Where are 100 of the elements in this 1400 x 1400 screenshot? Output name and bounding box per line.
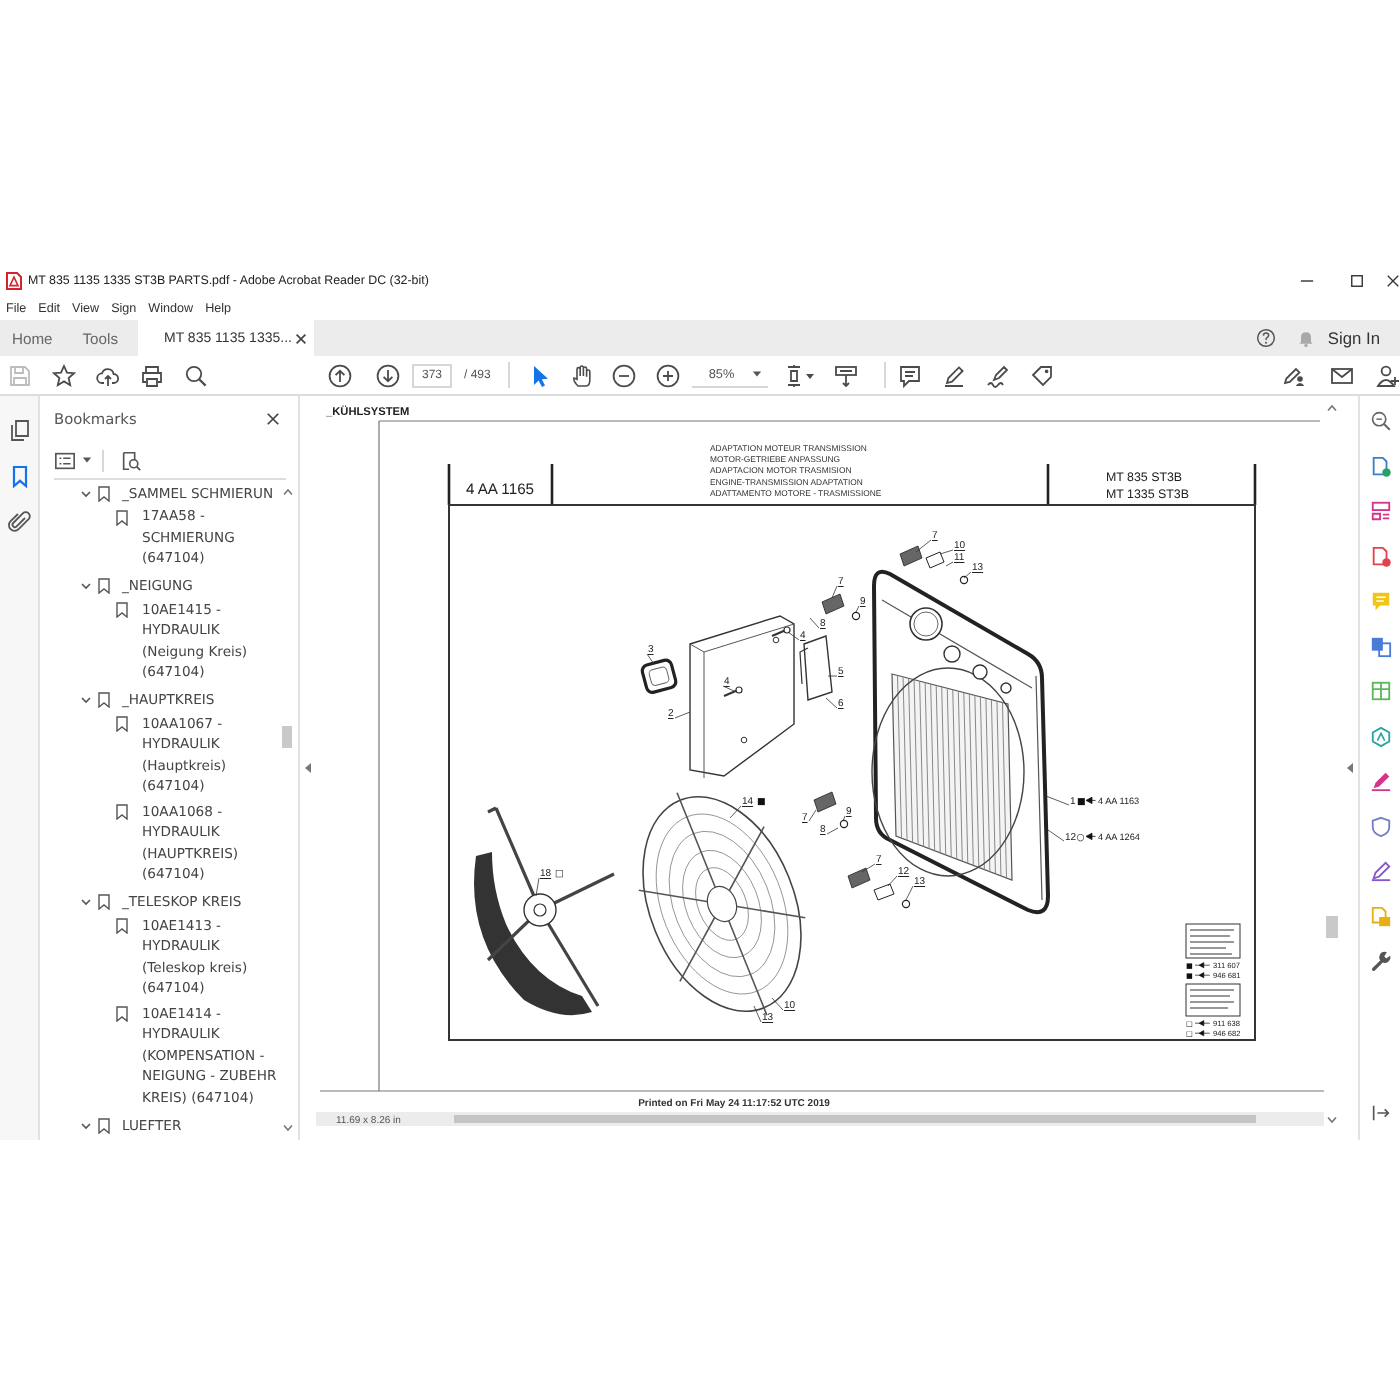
leader-line: [945, 561, 954, 567]
signature-pen-icon[interactable]: [986, 363, 1011, 387]
comment-icon[interactable]: [898, 363, 923, 387]
washer-drawing: [839, 819, 849, 829]
leader-line: [722, 685, 735, 692]
chevron-icon[interactable]: [80, 694, 92, 706]
pen-icon[interactable]: [1369, 860, 1391, 882]
help-icon[interactable]: [1255, 328, 1276, 348]
add-person-icon[interactable]: [1376, 363, 1400, 387]
pages-icon[interactable]: [7, 418, 31, 442]
leader-line: [808, 809, 817, 822]
bookmark-icon: [116, 804, 128, 820]
zoom-in-icon[interactable]: [656, 363, 681, 387]
hexagon-icon[interactable]: [1369, 725, 1391, 747]
pencil-icon[interactable]: [942, 363, 967, 387]
next-page-icon[interactable]: [376, 363, 400, 387]
hand-icon[interactable]: [570, 363, 595, 387]
pointer-icon[interactable]: [528, 363, 553, 387]
washer-drawing: [851, 611, 861, 621]
bracket-drawing: [799, 635, 833, 701]
document-badge-icon[interactable]: [1369, 545, 1391, 567]
leader-line: [831, 585, 838, 599]
tag-icon[interactable]: [1030, 363, 1055, 387]
scroll-down-icon[interactable]: [1326, 1116, 1338, 1124]
document-badge-icon[interactable]: [1369, 455, 1391, 477]
email-icon[interactable]: [1330, 363, 1354, 387]
bolt-drawing: [771, 626, 791, 637]
washer-drawing: [959, 575, 969, 585]
leader-line: [963, 571, 972, 579]
find-bookmark-icon[interactable]: [120, 449, 142, 471]
close-icon[interactable]: [1386, 274, 1400, 288]
leader-line: [915, 539, 932, 553]
pdf-file-icon: [6, 272, 22, 290]
close-icon[interactable]: [294, 331, 308, 345]
arrow-icon: [1194, 1020, 1211, 1027]
scroll-mode-icon[interactable]: [834, 363, 859, 387]
arrow-to-bar-icon[interactable]: [1369, 1102, 1391, 1124]
print-icon[interactable]: [140, 363, 164, 387]
stacked-pages-icon[interactable]: [1369, 635, 1391, 657]
leader-line: [855, 605, 860, 613]
leader-line: [1045, 795, 1070, 806]
chevron-icon[interactable]: [80, 896, 92, 908]
zoom-out-icon[interactable]: [612, 363, 637, 387]
leader-line: [674, 711, 691, 719]
leader-line: [887, 875, 898, 887]
leader-line: [535, 877, 540, 897]
shield-icon[interactable]: [1369, 815, 1391, 837]
sign-in-button[interactable]: Sign In: [1327, 328, 1380, 348]
fit-page-icon[interactable]: [784, 363, 817, 387]
leader-line: [905, 885, 914, 901]
scroll-down-icon[interactable]: [281, 1124, 293, 1132]
scrollbar-thumb[interactable]: [454, 1115, 1256, 1123]
pad-drawing: [821, 593, 845, 615]
scrollbar-thumb[interactable]: [282, 726, 292, 748]
leader-line: [1047, 829, 1065, 842]
chevron-icon[interactable]: [80, 1119, 92, 1131]
arrow-icon: [1194, 962, 1211, 969]
bookmark-icon: [116, 1006, 128, 1022]
search-icon[interactable]: [184, 363, 208, 387]
pad-drawing: [847, 867, 871, 889]
scroll-up-icon[interactable]: [1326, 404, 1338, 412]
star-icon[interactable]: [52, 363, 76, 387]
leader-line: [861, 863, 876, 873]
close-icon[interactable]: [266, 412, 280, 426]
bolt-drawing: [723, 686, 743, 697]
cloud-upload-icon[interactable]: [96, 363, 120, 387]
paperclip-icon[interactable]: [7, 510, 31, 534]
scroll-up-icon[interactable]: [281, 488, 293, 496]
maximize-icon[interactable]: [1350, 274, 1364, 288]
pen-icon[interactable]: [1369, 770, 1391, 792]
left-triangle-icon[interactable]: [1345, 762, 1353, 774]
zoom-out-icon[interactable]: [1369, 410, 1391, 432]
pen-person-icon[interactable]: [1282, 363, 1306, 387]
leader-line: [939, 549, 954, 555]
bookmark-icon[interactable]: [7, 464, 31, 488]
leader-line: [771, 997, 784, 1011]
arrow-icon: [1194, 1030, 1211, 1037]
caret-icon: [752, 370, 763, 378]
left-triangle-icon[interactable]: [304, 762, 312, 774]
leader-line: [729, 805, 742, 819]
previous-page-icon[interactable]: [328, 363, 352, 387]
wrench-icon[interactable]: [1369, 950, 1391, 972]
legend-note-drawing: [1185, 983, 1241, 1017]
legend-note-drawing: [1185, 923, 1241, 959]
arrow-icon: [1194, 972, 1211, 979]
page-layout-icon[interactable]: [1369, 500, 1391, 522]
scrollbar-thumb[interactable]: [1326, 916, 1338, 938]
chevron-icon[interactable]: [80, 580, 92, 592]
leader-line: [826, 827, 839, 835]
washer-drawing: [901, 899, 911, 909]
gasket-drawing: [639, 657, 679, 696]
leader-line: [753, 1005, 762, 1023]
leader-line: [646, 653, 655, 665]
minimize-icon[interactable]: [1300, 274, 1314, 288]
arrow-icon: [1085, 796, 1096, 804]
options-list-icon[interactable]: [54, 449, 76, 471]
chevron-icon[interactable]: [80, 487, 92, 499]
leader-line: [825, 697, 838, 709]
caret-icon[interactable]: [82, 456, 92, 464]
pad-drawing: [813, 791, 837, 813]
